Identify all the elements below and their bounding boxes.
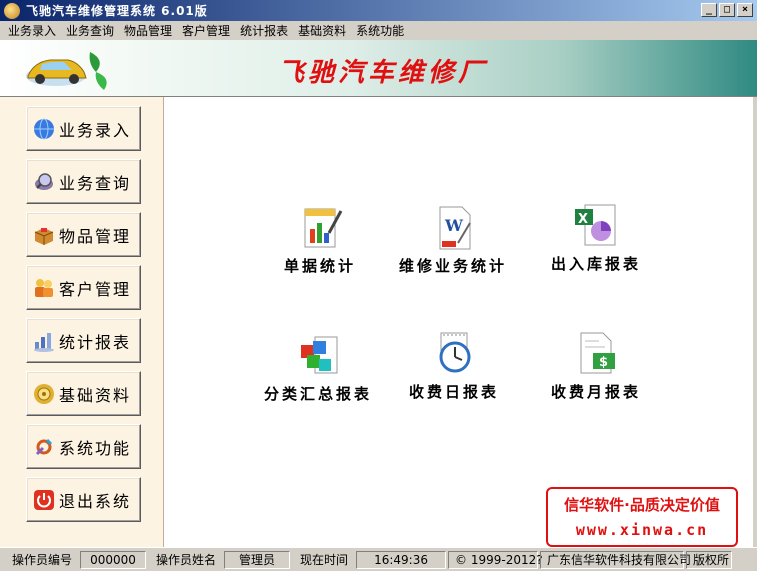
svg-text:$: $ — [599, 355, 608, 370]
title-bar: 飞驰汽车维修管理系统 6.01版 _ □ × — [0, 0, 757, 21]
box-icon — [34, 227, 54, 245]
report-category-summary[interactable]: 分类汇总报表 — [264, 331, 372, 404]
report-label: 分类汇总报表 — [264, 385, 373, 403]
sidebar-item-label: 物品管理 — [59, 226, 132, 246]
menu-customer-management[interactable]: 客户管理 — [177, 22, 235, 39]
sidebar-item-base-data[interactable]: 基础资料 — [26, 371, 141, 416]
app-icon — [4, 2, 20, 19]
operator-name-value: 管理员 — [224, 550, 291, 569]
excel-report-icon: X — [575, 204, 616, 246]
sidebar-item-label: 基础资料 — [59, 385, 132, 405]
menu-business-entry[interactable]: 业务录入 — [3, 22, 61, 39]
sidebar-item-label: 统计报表 — [59, 332, 132, 352]
menu-statistics-reports[interactable]: 统计报表 — [235, 22, 293, 39]
car-logo-icon — [26, 52, 107, 90]
operator-name-label: 操作员姓名 — [156, 553, 217, 567]
promo-slogan: 信华软件·品质决定价值 — [564, 496, 720, 514]
sidebar-item-label: 客户管理 — [59, 279, 132, 299]
report-label: 收费月报表 — [551, 383, 642, 401]
sidebar: 业务录入 业务查询 物品管理 客户管理 统计报表 基础资料 系统功能 退出系统 — [0, 97, 164, 547]
sidebar-item-statistics-reports[interactable]: 统计报表 — [26, 318, 141, 363]
company-name: 广东信华软件科技有限公司 — [540, 550, 691, 569]
word-document-icon: W — [439, 206, 471, 250]
sidebar-item-business-query[interactable]: 业务查询 — [26, 159, 141, 204]
sidebar-item-business-entry[interactable]: 业务录入 — [26, 106, 141, 151]
main-panel: 单据统计 W 维修业务统计 X 出入库报表 分类汇总报表 收费日报表 $ 收费月… — [164, 97, 753, 547]
banner-title: 飞驰汽车维修厂 — [278, 58, 489, 88]
tools-icon — [35, 438, 53, 455]
copyright-text: © 1999-2012? — [448, 550, 543, 569]
current-time: 16:49:36 — [356, 550, 447, 569]
clock-calendar-icon — [439, 332, 471, 373]
magnifier-icon — [35, 172, 53, 190]
rights-text: 版权所 — [686, 550, 733, 569]
report-daily-charges[interactable]: 收费日报表 — [409, 329, 499, 402]
operator-id-label: 操作员编号 — [12, 553, 73, 567]
banner: 飞驰汽车维修厂 — [0, 40, 757, 97]
maximize-button[interactable]: □ — [719, 3, 735, 17]
status-bar: 操作员编号 000000 操作员姓名 管理员 现在时间 16:49:36 © 1… — [0, 547, 757, 571]
sidebar-item-label: 业务录入 — [59, 120, 132, 140]
database-icon — [34, 383, 54, 404]
svg-text:X: X — [578, 212, 588, 227]
operator-id-value: 000000 — [80, 550, 147, 569]
report-label: 维修业务统计 — [399, 257, 508, 275]
clients-icon — [35, 278, 53, 297]
sidebar-item-system-functions[interactable]: 系统功能 — [26, 424, 141, 469]
report-repair-business-statistics[interactable]: W 维修业务统计 — [399, 203, 507, 276]
globe-icon — [34, 118, 54, 139]
svg-text:W: W — [444, 216, 464, 235]
report-label: 收费日报表 — [409, 383, 500, 401]
promo-url: www.xinwa.cn — [575, 521, 709, 539]
cubes-icon — [301, 336, 338, 374]
bar-chart-icon — [34, 332, 54, 352]
menu-base-data[interactable]: 基础资料 — [293, 22, 351, 39]
menu-system-functions[interactable]: 系统功能 — [351, 22, 409, 39]
report-label: 单据统计 — [284, 257, 357, 275]
document-chart-icon — [304, 208, 343, 248]
sidebar-item-label: 退出系统 — [59, 491, 132, 511]
sidebar-item-customer-management[interactable]: 客户管理 — [26, 265, 141, 310]
money-document-icon: $ — [580, 332, 615, 374]
window-title: 飞驰汽车维修管理系统 6.01版 — [26, 4, 208, 18]
sidebar-item-goods-management[interactable]: 物品管理 — [26, 212, 141, 257]
report-label: 出入库报表 — [551, 255, 642, 273]
sidebar-item-label: 业务查询 — [59, 173, 132, 193]
minimize-button[interactable]: _ — [701, 3, 717, 17]
report-inout-stock[interactable]: X 出入库报表 — [551, 201, 641, 274]
menu-bar: 业务录入 业务查询 物品管理 客户管理 统计报表 基础资料 系统功能 — [0, 21, 757, 40]
time-label: 现在时间 — [300, 553, 349, 567]
promo-banner: 信华软件·品质决定价值 www.xinwa.cn — [546, 487, 738, 547]
sidebar-item-label: 系统功能 — [59, 438, 132, 458]
report-document-statistics[interactable]: 单据统计 — [284, 203, 356, 276]
report-monthly-charges[interactable]: $ 收费月报表 — [551, 329, 641, 402]
close-button[interactable]: × — [737, 3, 753, 17]
sidebar-item-exit-system[interactable]: 退出系统 — [26, 477, 141, 522]
window-controls: _ □ × — [701, 3, 753, 17]
power-icon — [34, 489, 54, 510]
menu-goods-management[interactable]: 物品管理 — [119, 22, 177, 39]
menu-business-query[interactable]: 业务查询 — [61, 22, 119, 39]
